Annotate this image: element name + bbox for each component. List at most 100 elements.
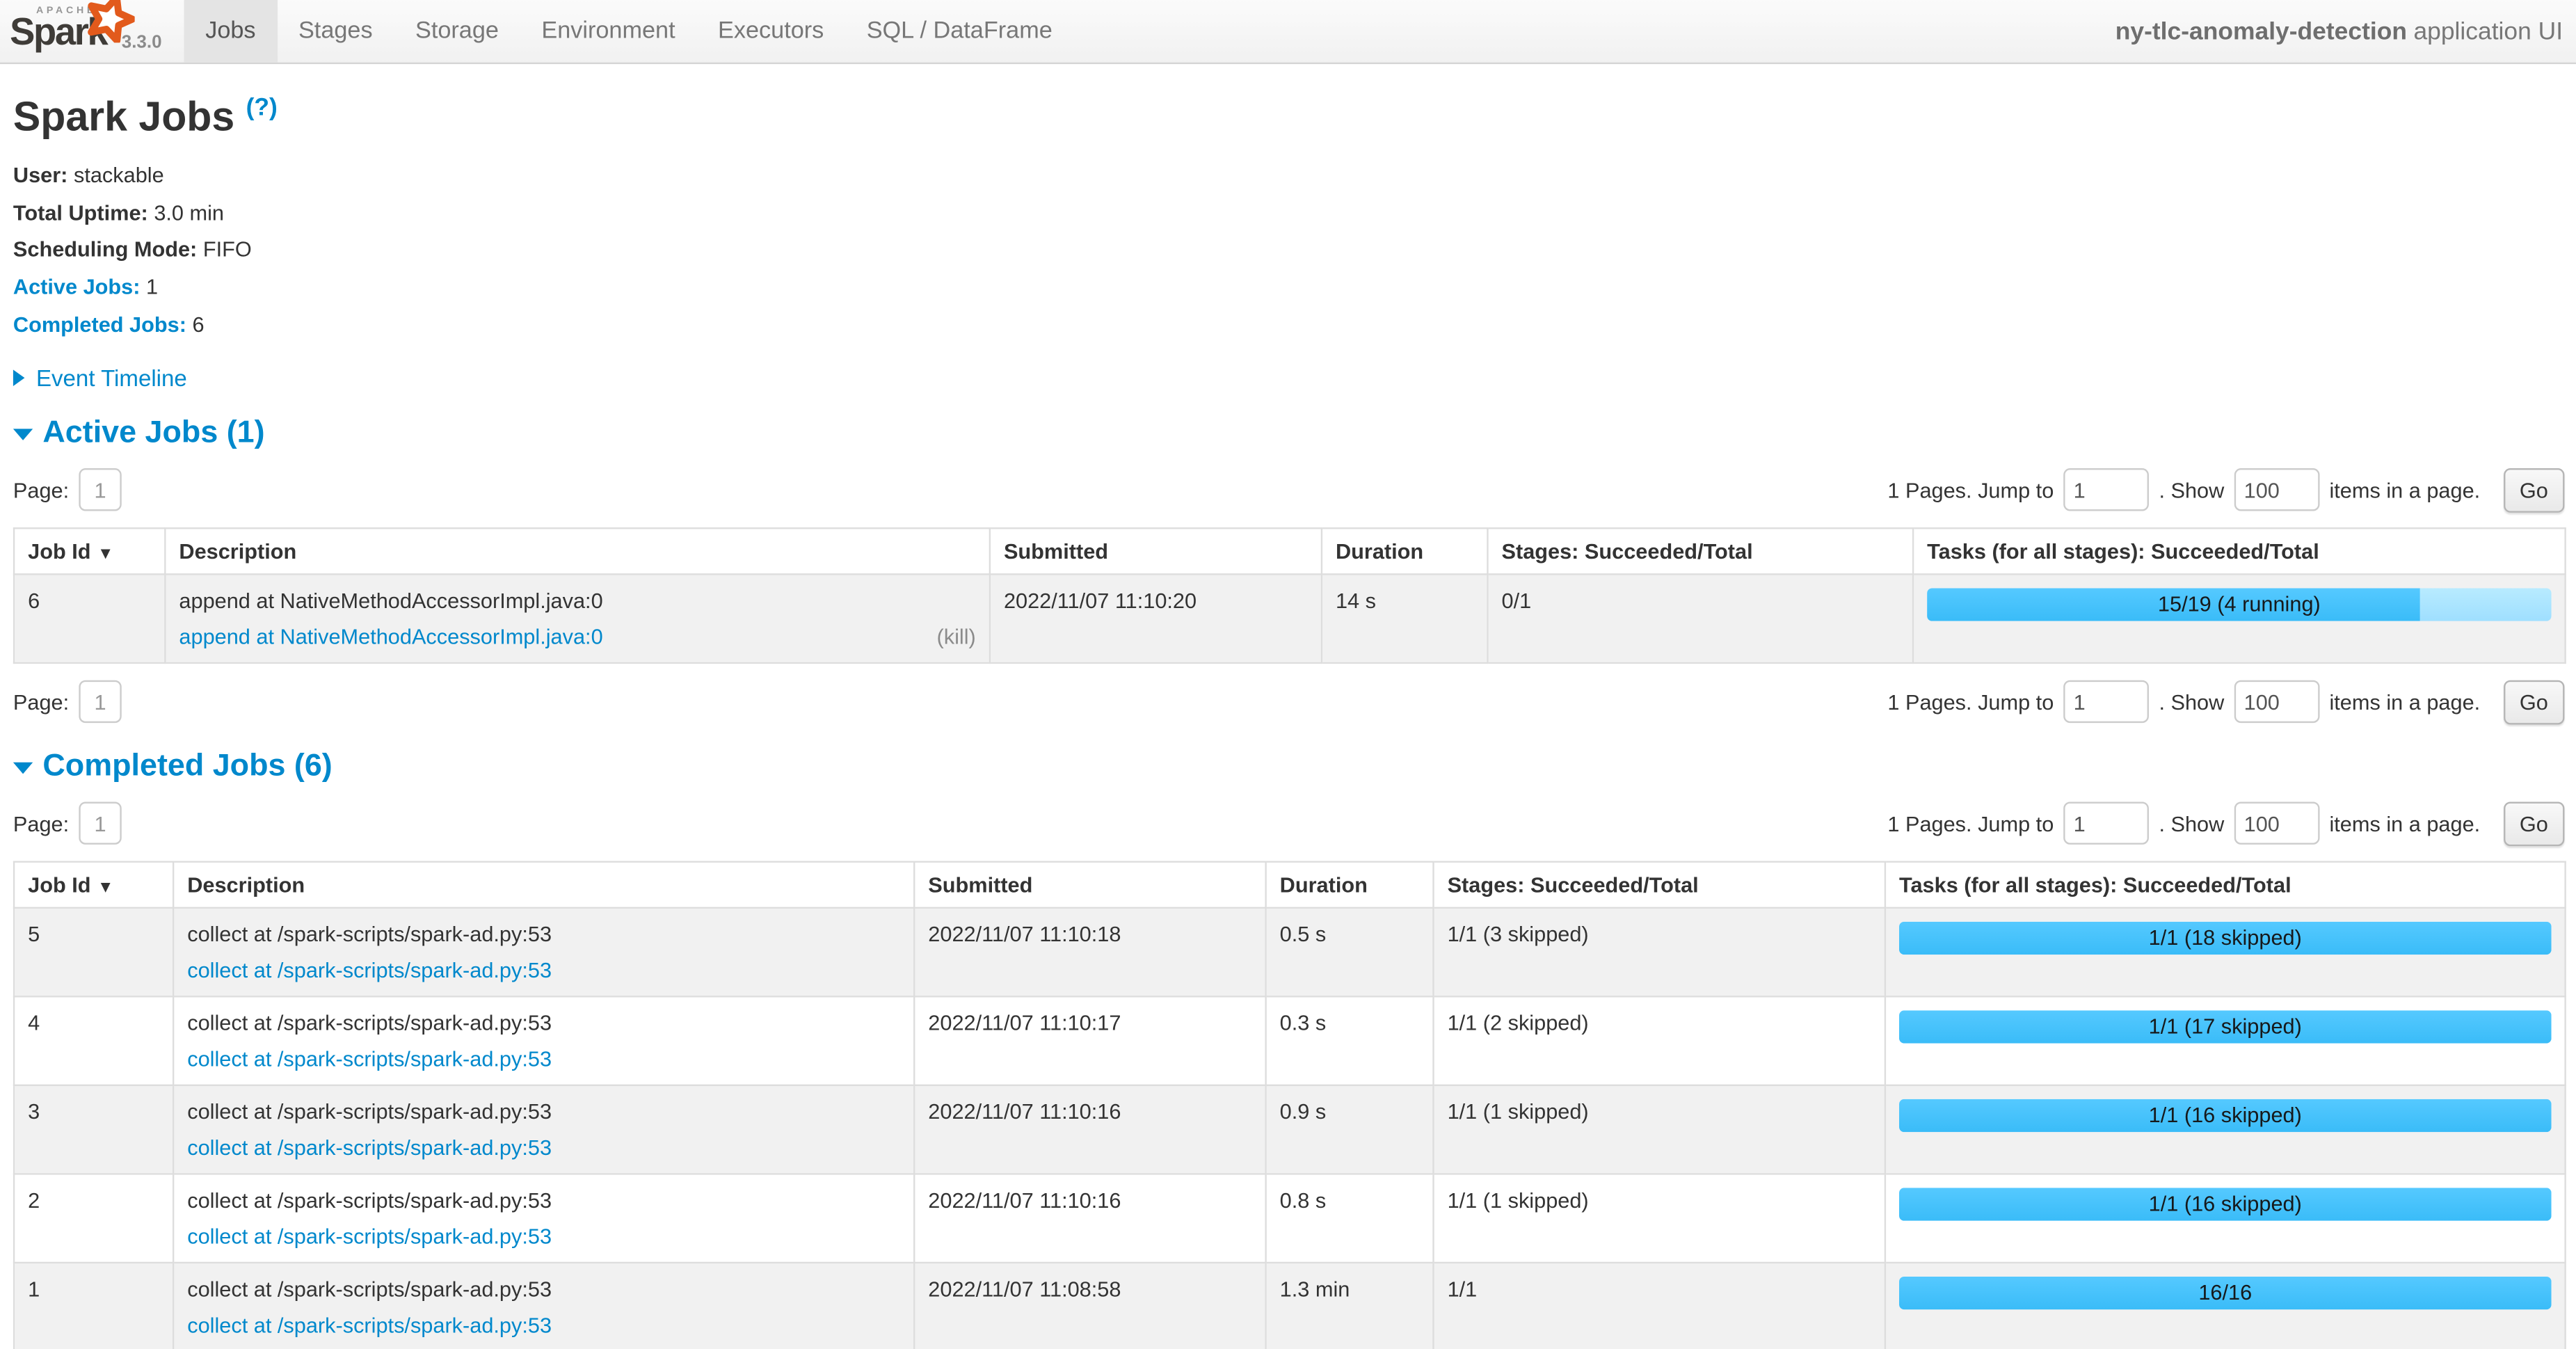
column-job-id[interactable]: Job Id▼	[14, 528, 165, 574]
column-duration[interactable]: Duration	[1266, 862, 1434, 908]
tab-storage[interactable]: Storage	[394, 0, 520, 63]
description-cell: collect at /spark-scripts/spark-ad.py:53…	[173, 908, 914, 997]
tasks-progress-bar: 15/19 (4 running)	[1927, 589, 2551, 621]
active-jobs-table: Job Id▼ Description Submitted Duration S…	[13, 527, 2566, 664]
go-button[interactable]: Go	[2503, 680, 2564, 724]
page-title: Spark Jobs (?)	[13, 94, 2565, 142]
completed-job-row: 2 collect at /spark-scripts/spark-ad.py:…	[14, 1174, 2566, 1263]
submitted-cell: 2022/11/07 11:10:16	[914, 1174, 1265, 1263]
jump-to-page-input[interactable]	[2063, 802, 2149, 845]
job-description: collect at /spark-scripts/spark-ad.py:53	[187, 1011, 900, 1035]
nav-tabs: Jobs Stages Storage Environment Executor…	[184, 0, 1073, 63]
job-detail-link[interactable]: collect at /spark-scripts/spark-ad.py:53	[187, 1224, 552, 1249]
tab-executors[interactable]: Executors	[696, 0, 845, 63]
job-detail-link[interactable]: append at NativeMethodAccessorImpl.java:…	[179, 625, 602, 649]
completed-jobs-section-title: Completed Jobs (6)	[42, 749, 332, 785]
column-submitted[interactable]: Submitted	[990, 528, 1322, 574]
spark-ui-page: APACHE Spark 3.3.0 Jobs Stages Storage E…	[0, 0, 2576, 1349]
column-stages[interactable]: Stages: Succeeded/Total	[1487, 528, 1913, 574]
column-job-id-label: Job Id	[28, 872, 90, 897]
column-duration[interactable]: Duration	[1322, 528, 1488, 574]
summary-list: User: stackable Total Uptime: 3.0 min Sc…	[13, 161, 2565, 338]
application-title-suffix: application UI	[2413, 17, 2563, 45]
application-name: ny-tlc-anomaly-detection	[2115, 17, 2407, 45]
job-description: collect at /spark-scripts/spark-ad.py:53	[187, 1277, 900, 1301]
completed-jobs-count: 6	[193, 312, 205, 336]
active-jobs-count: 1	[146, 274, 158, 298]
expanded-arrow-icon	[13, 762, 33, 774]
items-per-page-input[interactable]	[2234, 680, 2319, 723]
tasks-progress-bar: 1/1 (17 skipped)	[1899, 1011, 2552, 1044]
summary-uptime-value: 3.0 min	[154, 200, 224, 225]
duration-cell: 1.3 min	[1266, 1263, 1434, 1349]
show-text: . Show	[2159, 811, 2224, 836]
jump-to-page-input[interactable]	[2063, 680, 2149, 723]
page-number-input[interactable]	[79, 468, 121, 511]
column-submitted[interactable]: Submitted	[914, 862, 1265, 908]
go-button[interactable]: Go	[2503, 801, 2564, 845]
column-tasks[interactable]: Tasks (for all stages): Succeeded/Total	[1913, 528, 2566, 574]
duration-cell: 14 s	[1322, 575, 1488, 664]
completed-job-row: 3 collect at /spark-scripts/spark-ad.py:…	[14, 1085, 2566, 1174]
sort-desc-icon: ▼	[97, 545, 113, 564]
column-description[interactable]: Description	[165, 528, 990, 574]
tab-stages[interactable]: Stages	[277, 0, 394, 63]
tasks-cell: 1/1 (18 skipped)	[1885, 908, 2566, 997]
job-detail-link[interactable]: collect at /spark-scripts/spark-ad.py:53	[187, 958, 552, 982]
description-cell: collect at /spark-scripts/spark-ad.py:53…	[173, 1174, 914, 1263]
active-jobs-link[interactable]: Active Jobs:	[13, 274, 141, 298]
page-number-input[interactable]	[79, 802, 121, 845]
job-description: append at NativeMethodAccessorImpl.java:…	[179, 589, 975, 613]
active-jobs-header-row: Job Id▼ Description Submitted Duration S…	[14, 528, 2566, 574]
page-number-input[interactable]	[79, 680, 121, 723]
event-timeline-toggle[interactable]: Event Timeline	[13, 365, 2565, 391]
stages-cell: 1/1 (2 skipped)	[1433, 996, 1885, 1085]
pages-jump-text: 1 Pages. Jump to	[1887, 689, 2054, 714]
job-detail-link[interactable]: collect at /spark-scripts/spark-ad.py:53	[187, 1135, 552, 1160]
go-button[interactable]: Go	[2503, 468, 2564, 512]
column-stages[interactable]: Stages: Succeeded/Total	[1433, 862, 1885, 908]
job-id-cell: 2	[14, 1174, 173, 1263]
stages-cell: 1/1 (3 skipped)	[1433, 908, 1885, 997]
job-detail-link[interactable]: collect at /spark-scripts/spark-ad.py:53	[187, 1313, 552, 1337]
submitted-cell: 2022/11/07 11:10:20	[990, 575, 1322, 664]
summary-scheduling-mode: Scheduling Mode: FIFO	[13, 236, 2565, 264]
column-tasks[interactable]: Tasks (for all stages): Succeeded/Total	[1885, 862, 2566, 908]
completed-job-row: 1 collect at /spark-scripts/spark-ad.py:…	[14, 1263, 2566, 1349]
kill-link[interactable]: (kill)	[937, 625, 976, 649]
description-cell: collect at /spark-scripts/spark-ad.py:53…	[173, 1085, 914, 1174]
progress-label: 1/1 (18 skipped)	[1899, 922, 2552, 955]
tab-environment[interactable]: Environment	[520, 0, 697, 63]
completed-job-row: 5 collect at /spark-scripts/spark-ad.py:…	[14, 908, 2566, 997]
summary-user-label: User:	[13, 163, 68, 188]
description-cell: append at NativeMethodAccessorImpl.java:…	[165, 575, 990, 664]
completed-jobs-section-header[interactable]: Completed Jobs (6)	[13, 749, 2565, 785]
column-job-id[interactable]: Job Id ▼	[14, 862, 173, 908]
summary-user: User: stackable	[13, 161, 2565, 190]
spark-logo[interactable]: APACHE Spark 3.3.0	[0, 0, 171, 63]
tab-sql-dataframe[interactable]: SQL / DataFrame	[845, 0, 1073, 63]
help-link[interactable]: (?)	[246, 94, 278, 122]
job-id-cell: 5	[14, 908, 173, 997]
show-text: . Show	[2159, 477, 2224, 502]
items-per-page-input[interactable]	[2234, 802, 2319, 845]
stages-cell: 1/1	[1433, 1263, 1885, 1349]
completed-jobs-table: Job Id ▼ Description Submitted Duration S…	[13, 861, 2566, 1349]
page-label: Page:	[13, 477, 69, 502]
pages-jump-text: 1 Pages. Jump to	[1887, 477, 2054, 502]
column-description[interactable]: Description	[173, 862, 914, 908]
show-text: . Show	[2159, 689, 2224, 714]
expanded-arrow-icon	[13, 428, 33, 440]
sort-desc-icon: ▼	[97, 879, 113, 897]
application-title: ny-tlc-anomaly-detection application UI	[2115, 0, 2576, 63]
items-per-page-input[interactable]	[2234, 468, 2319, 511]
jump-to-page-input[interactable]	[2063, 468, 2149, 511]
job-description: collect at /spark-scripts/spark-ad.py:53	[187, 1188, 900, 1213]
progress-label: 15/19 (4 running)	[1927, 589, 2551, 621]
job-detail-link[interactable]: collect at /spark-scripts/spark-ad.py:53	[187, 1046, 552, 1071]
tab-jobs[interactable]: Jobs	[184, 0, 277, 63]
summary-completed-jobs: Completed Jobs: 6	[13, 310, 2565, 338]
job-id-cell: 6	[14, 575, 165, 664]
active-jobs-section-header[interactable]: Active Jobs (1)	[13, 416, 2565, 452]
completed-jobs-link[interactable]: Completed Jobs:	[13, 312, 186, 336]
